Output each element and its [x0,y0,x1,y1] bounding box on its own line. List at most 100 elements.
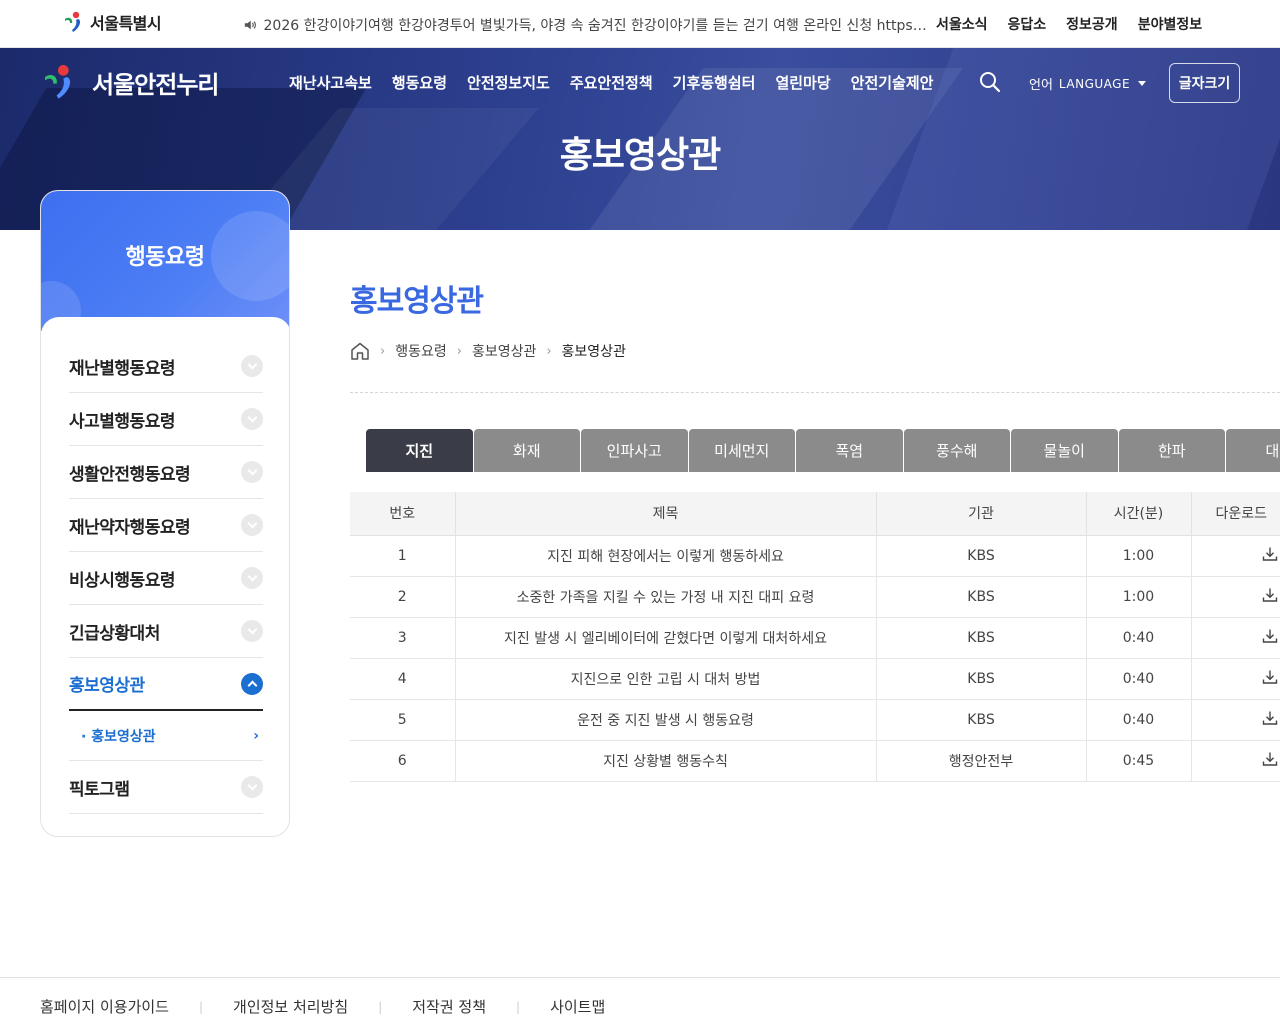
home-icon[interactable] [350,342,370,360]
cell-title[interactable]: 지진으로 인한 고립 시 대처 방법 [455,658,877,700]
cell-title[interactable]: 지진 피해 현장에서는 이렇게 행동하세요 [455,535,877,577]
page-title: 홍보영상관 [350,284,484,319]
download-icon[interactable] [1262,669,1278,685]
cell-title[interactable]: 소중한 가족을 지킬 수 있는 가정 내 지진 대피 요령 [455,576,877,618]
chevron-down-icon [241,620,263,642]
side-nav-subitem-promo-video[interactable]: · 홍보영상관 › [69,711,263,761]
tab-heatwave[interactable]: 폭염 [796,429,903,472]
cell-duration: 0:40 [1086,617,1192,659]
tab-cold-wave[interactable]: 한파 [1118,429,1225,472]
cell-duration: 0:40 [1086,658,1192,700]
lang-label-ko: 언어 [1029,78,1053,93]
chevron-right-icon: › [380,343,386,359]
cell-download [1191,535,1280,577]
notice-ticker[interactable]: 2026 한강이야기여행 한강야경투어 별빛가득, 야경 속 숨겨진 한강이야기… [244,15,928,35]
gnb-item-open-forum[interactable]: 열린마당 [775,72,830,93]
cell-download [1191,699,1280,741]
chevron-down-icon [241,355,263,377]
download-icon[interactable] [1262,710,1278,726]
table-row: 3 지진 발생 시 엘리베이터에 갇혔다면 이렇게 대처하세요 KBS 0:40 [350,617,1280,659]
utility-links: 서울소식 응답소 정보공개 분야별정보 [936,14,1202,34]
tab-flood[interactable]: 풍수해 [903,429,1010,472]
side-nav-item-emergency[interactable]: 비상시행동요령 [69,552,263,605]
chevron-right-icon: › [253,727,259,744]
side-nav-item-pictogram[interactable]: 픽토그램 [69,761,263,814]
gnb-item-safety-policy[interactable]: 주요안전정책 [570,72,653,93]
side-nav-item-label: 재난약자행동요령 [69,517,191,538]
side-nav-item-disaster[interactable]: 재난별행동요령 [69,340,263,393]
footer-links: 홈페이지 이용가이드 | 개인정보 처리방침 | 저작권 정책 | 사이트맵 [40,996,605,1017]
language-select[interactable]: 언어 LANGUAGE [1029,74,1147,93]
cell-number: 5 [350,699,456,741]
chevron-down-icon [241,776,263,798]
cell-title[interactable]: 지진 상황별 행동수칙 [455,740,877,782]
tab-water-play[interactable]: 물놀이 [1011,429,1118,472]
tab-fine-dust[interactable]: 미세먼지 [688,429,795,472]
cell-title[interactable]: 운전 중 지진 발생 시 행동요령 [455,699,877,741]
side-nav-item-label: 홍보영상관 [69,676,145,696]
cell-download [1191,740,1280,782]
breadcrumb-item[interactable]: 홍보영상관 [472,341,536,361]
gnb-item-tech-proposal[interactable]: 안전기술제안 [851,72,934,93]
gnb-item-disaster-news[interactable]: 재난사고속보 [289,72,372,93]
footer-link-guide[interactable]: 홈페이지 이용가이드 [40,996,169,1017]
side-nav-item-label: 재난별행동요령 [69,358,175,379]
chevron-down-icon [241,514,263,536]
side-nav-item-label: 사고별행동요령 [69,411,175,432]
cell-number: 1 [350,535,456,577]
util-link-response[interactable]: 응답소 [1008,14,1047,34]
cell-number: 2 [350,576,456,618]
side-nav-title: 행동요령 [125,245,205,270]
tab-earthquake[interactable]: 지진 [366,429,473,472]
font-size-button[interactable]: 글자크기 [1169,63,1240,103]
breadcrumb-current: 홍보영상관 [561,344,626,360]
tab-fire[interactable]: 화재 [473,429,580,472]
footer-divider: | [198,999,204,1014]
util-link-news[interactable]: 서울소식 [936,14,988,34]
site-logo[interactable]: 서울안전누리 [40,62,219,102]
footer-divider: | [378,999,383,1014]
side-nav-header: 행동요령 [41,191,289,331]
download-icon[interactable] [1262,628,1278,644]
side-nav-item-label: 픽토그램 [69,779,130,800]
search-button[interactable] [978,70,1002,94]
side-nav: 행동요령 재난별행동요령 사고별행동요령 생활안전행동요령 재난약자행동요령 비… [40,190,290,837]
side-nav-item-label: 생활안전행동요령 [69,464,191,485]
util-link-field-info[interactable]: 분야별정보 [1138,14,1202,34]
footer-link-sitemap[interactable]: 사이트맵 [550,996,605,1017]
gnb-item-action-guide[interactable]: 행동요령 [392,72,447,93]
search-icon [980,72,1001,93]
side-nav-item-vulnerable[interactable]: 재난약자행동요령 [69,499,263,552]
side-nav-menu: 재난별행동요령 사고별행동요령 생활안전행동요령 재난약자행동요령 비상시행동요… [41,317,289,836]
cell-agency: KBS [876,658,1087,700]
tab-crowd-accident[interactable]: 인파사고 [581,429,688,472]
caret-down-icon [1138,81,1147,86]
footer-link-privacy[interactable]: 개인정보 처리방침 [233,996,348,1017]
speaker-icon [244,20,256,30]
side-nav-item-promo-video[interactable]: 홍보영상관 [69,658,263,711]
breadcrumb-item[interactable]: 행동요령 [395,341,447,361]
cell-number: 3 [350,617,456,659]
chevron-down-icon [241,461,263,483]
side-nav-item-accident[interactable]: 사고별행동요령 [69,393,263,446]
download-icon[interactable] [1262,751,1278,767]
download-icon[interactable] [1262,587,1278,603]
cell-agency: KBS [876,617,1087,659]
seoul-city-logo[interactable]: 서울특별시 [62,10,162,34]
cell-title[interactable]: 지진 발생 시 엘리베이터에 갇혔다면 이렇게 대처하세요 [455,617,877,659]
table-row: 4 지진으로 인한 고립 시 대처 방법 KBS 0:40 [350,658,1280,700]
cell-download [1191,658,1280,700]
side-nav-item-life-safety[interactable]: 생활안전행동요령 [69,446,263,499]
side-nav-item-urgent[interactable]: 긴급상황대처 [69,605,263,658]
cell-agency: KBS [876,535,1087,577]
tab-heavy-snow[interactable]: 대설 [1226,429,1280,472]
side-nav-item-label: 비상시행동요령 [69,570,175,591]
footer-link-copyright[interactable]: 저작권 정책 [412,996,486,1017]
gnb-item-climate-shelter[interactable]: 기후동행쉼터 [673,72,756,93]
chevron-up-icon [241,672,263,695]
download-icon[interactable] [1262,546,1278,562]
breadcrumb: › 행동요령 › 홍보영상관 › 홍보영상관 [350,341,626,361]
gnb-item-safety-map[interactable]: 안전정보지도 [467,72,550,93]
table-row: 1 지진 피해 현장에서는 이렇게 행동하세요 KBS 1:00 [350,535,1280,577]
util-link-disclosure[interactable]: 정보공개 [1066,14,1118,34]
